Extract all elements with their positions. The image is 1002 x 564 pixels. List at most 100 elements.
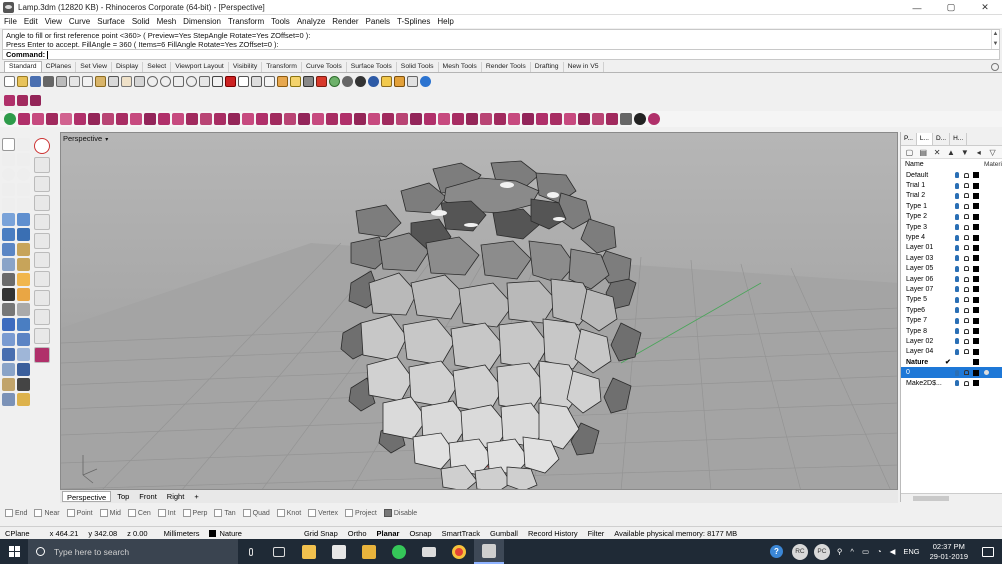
lock-icon[interactable] [964,286,969,292]
lock-objects-icon[interactable] [264,75,275,87]
four-viewports-icon[interactable] [212,75,223,87]
people-icon[interactable]: ⚲ [837,547,843,556]
explode-icon[interactable] [17,303,30,316]
polyline-icon[interactable] [2,153,15,166]
layer-color-swatch[interactable] [973,182,979,189]
layer-color-swatch[interactable] [973,244,979,251]
layer-color-swatch[interactable] [973,317,979,324]
menu-view[interactable]: View [45,17,62,26]
menu-edit[interactable]: Edit [24,17,38,26]
tsplines-panel-icon[interactable] [34,347,50,363]
command-history-scrollbar[interactable]: ▲ ▼ [991,30,999,49]
osnap-cen[interactable]: Cen [127,509,151,517]
lock-icon[interactable] [964,307,969,313]
lock-icon[interactable] [964,255,969,261]
tab-drafting[interactable]: Drafting [531,62,564,72]
tab-solid-tools[interactable]: Solid Tools [397,62,439,72]
zoom-window-icon[interactable] [160,75,171,87]
group-icon[interactable] [277,75,288,87]
options-icon[interactable] [394,75,405,87]
tsplines-subdivide-icon[interactable] [228,113,240,125]
split-icon[interactable] [17,288,30,301]
whatsapp-icon[interactable] [384,539,414,564]
menu-render[interactable]: Render [332,17,358,26]
tsplines-grid-icon[interactable] [30,94,41,106]
tsplines-select-ring-icon[interactable] [494,113,506,125]
menu-file[interactable]: File [4,17,17,26]
osnap-vertex-checkbox[interactable] [308,509,317,517]
tsplines-vertex-icon[interactable] [466,113,478,125]
tsplines-pull-icon[interactable] [564,113,576,125]
network-icon[interactable]: ◔ [877,547,882,556]
document-properties-icon[interactable] [407,75,418,87]
battery-icon[interactable]: ▭ [862,547,869,556]
osnap-project-checkbox[interactable] [345,509,354,517]
layer-row[interactable]: Layer 06 [901,274,1002,284]
menu-surface[interactable]: Surface [97,17,125,26]
material-dot-icon[interactable] [984,370,989,376]
close-button[interactable]: ✕ [968,0,1002,15]
lock-icon[interactable] [964,380,969,386]
visibility-lightbulb-icon[interactable] [955,276,959,283]
layer-row[interactable]: Layer 04 [901,347,1002,357]
layer-color-swatch[interactable] [973,224,979,231]
cut-icon[interactable] [69,75,80,87]
arc-icon[interactable] [17,198,30,211]
tsplines-thicken-icon[interactable] [256,113,268,125]
viewport-title[interactable]: Perspective ▾ [63,134,108,143]
gumball-icon[interactable] [17,243,30,256]
lock-icon[interactable] [964,172,969,178]
osnap-int-checkbox[interactable] [157,509,166,517]
tsplines-convert-icon[interactable] [354,113,366,125]
layer-row[interactable]: Type 5 [901,295,1002,305]
lock-icon[interactable] [303,75,314,87]
tsplines-tools-icon[interactable] [620,113,632,125]
layer-color-swatch[interactable] [973,172,979,179]
minimize-button[interactable]: — [900,0,934,15]
light-source-icon[interactable] [17,258,30,271]
tsplines-plane-icon[interactable] [17,94,28,106]
visibility-lightbulb-icon[interactable] [955,296,959,303]
status-record-history[interactable]: Record History [523,529,583,538]
osnap-mid[interactable]: Mid [99,509,121,517]
layer-row[interactable]: Default [901,170,1002,180]
zoom-extents-icon[interactable] [173,75,184,87]
trim-icon[interactable] [2,288,15,301]
menu-analyze[interactable]: Analyze [297,17,325,26]
osnap-disable-checkbox[interactable] [383,509,392,517]
move-layer-down-icon[interactable]: ▼ [960,148,969,157]
tsplines-power-icon[interactable] [4,113,16,125]
analyze-icon[interactable] [17,363,30,376]
osnap-tan[interactable]: Tan [214,509,236,517]
render-icon[interactable] [2,393,15,406]
osnap-perp[interactable]: Perp [182,509,207,517]
hide-objects-icon[interactable] [251,75,262,87]
tsplines-insert-point-icon[interactable] [116,113,128,125]
layer-color-swatch[interactable] [973,369,979,376]
lock-icon[interactable] [964,224,969,230]
visibility-lightbulb-icon[interactable] [955,203,959,210]
visibility-lightbulb-icon[interactable] [955,369,959,376]
lock-icon[interactable] [964,328,969,334]
panel-tab-layers[interactable]: L... [916,132,933,145]
rectangle-icon[interactable] [17,183,30,196]
layer-color-swatch[interactable] [973,328,979,335]
osnap-end[interactable]: End [5,509,27,517]
mesh-plane-icon[interactable] [2,243,15,256]
tsplines-smooth-icon[interactable] [326,113,338,125]
status-osnap[interactable]: Osnap [404,529,436,538]
show-hidden-icons-chevron-icon[interactable]: ^ [850,547,854,556]
tsplines-box-icon[interactable] [4,94,15,106]
vp-tab-front[interactable]: Front [135,491,161,502]
visibility-lightbulb-icon[interactable] [955,265,959,272]
visibility-lightbulb-icon[interactable] [955,182,959,189]
menu-dimension[interactable]: Dimension [183,17,221,26]
tab-transform[interactable]: Transform [262,62,302,72]
panel-tab-display[interactable]: D... [933,132,951,145]
environment-icon[interactable] [368,75,379,87]
layer-row[interactable]: Layer 05 [901,264,1002,274]
osnap-knot[interactable]: Knot [276,509,301,517]
layer-row[interactable]: Layer 01 [901,243,1002,253]
layer-row[interactable]: type 4 [901,232,1002,242]
layer-color-swatch[interactable] [973,307,979,314]
